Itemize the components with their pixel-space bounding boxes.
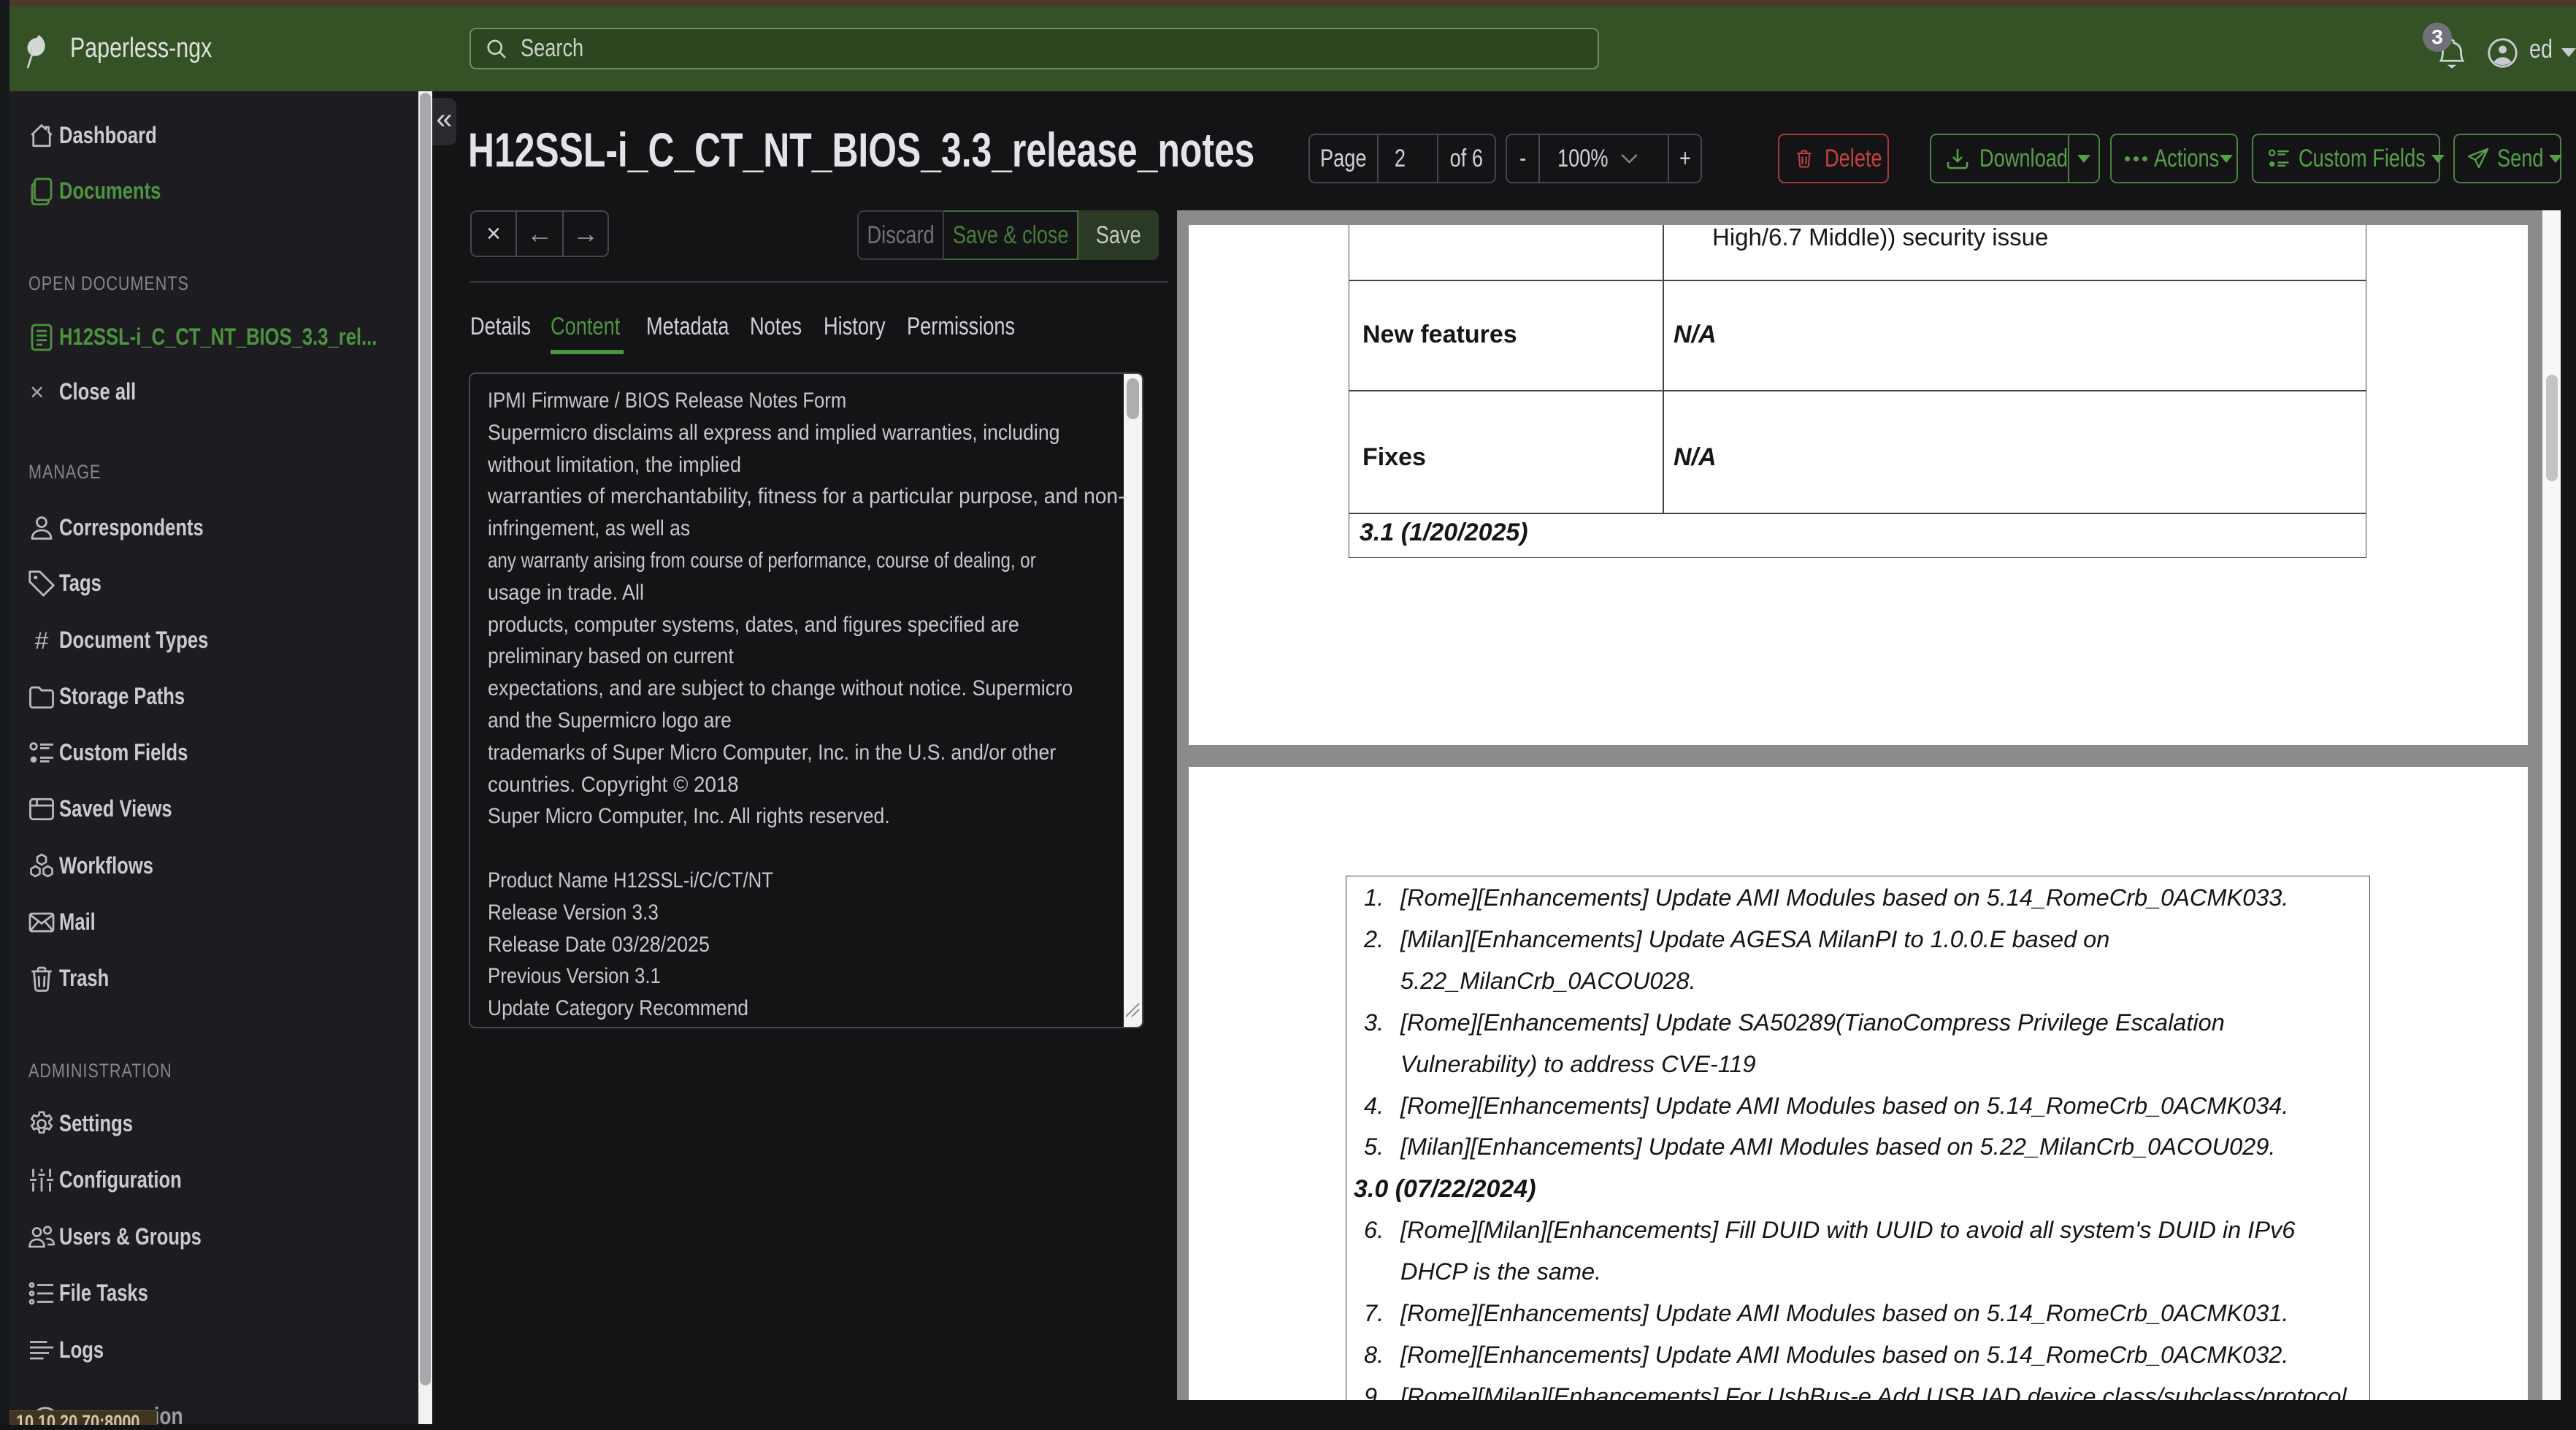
svg-text:#: #: [35, 627, 49, 655]
